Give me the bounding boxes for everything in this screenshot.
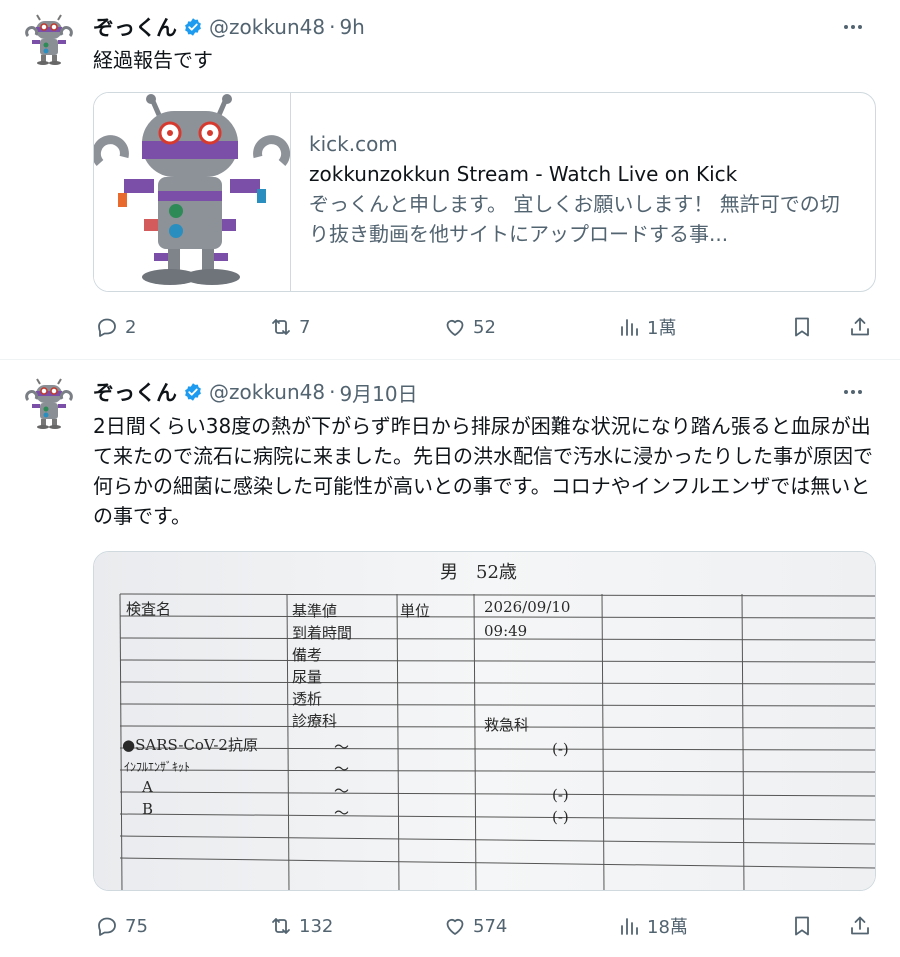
influenza-ref: ～	[334, 760, 350, 778]
verified-badge-icon	[185, 383, 201, 401]
flu-a-ref: ～	[334, 782, 350, 800]
reply-button[interactable]: 75	[95, 912, 148, 940]
more-options-button[interactable]	[840, 382, 866, 402]
retweet-button[interactable]: 132	[269, 912, 333, 940]
flu-a-result: (-)	[552, 786, 569, 804]
avatar[interactable]	[20, 376, 78, 434]
patient-info: 男 52歳	[440, 562, 517, 583]
department-value: 救急科	[484, 716, 530, 734]
share-icon	[851, 916, 869, 935]
tweet-header: ぞっくん @zokkun48 · 9h	[93, 12, 365, 42]
bookmark-icon	[795, 317, 809, 337]
action-bar: 2 7 52 1萬	[93, 313, 878, 341]
retweet-count: 7	[299, 316, 311, 338]
test-date: 2026/09/10	[484, 598, 571, 616]
retweet-icon	[272, 918, 290, 934]
dot	[851, 390, 855, 394]
dot	[858, 25, 862, 29]
sars-result: (-)	[552, 740, 569, 758]
like-button[interactable]: 574	[443, 912, 507, 940]
tweet-timestamp[interactable]: 9月10日	[339, 378, 417, 407]
card-body: kick.com zokkunzokkun Stream - Watch Liv…	[291, 93, 875, 291]
views-count: 1萬	[647, 318, 677, 339]
robot-thumbnail-icon	[94, 93, 291, 291]
row-arrival-time: 到着時間	[292, 624, 353, 642]
tweet-text: 2日間くらい38度の熱が下がらず昨日から排尿が困難な状況になり踏ん張ると血尿が出…	[93, 414, 873, 528]
reply-icon	[98, 917, 116, 936]
tweet-image[interactable]: 男 52歳 検査名 基準値 単位 2026/09/10 到着時間 09:49 備…	[93, 551, 876, 891]
dot	[844, 390, 848, 394]
card-thumbnail	[94, 93, 291, 291]
author-name[interactable]: ぞっくん	[93, 377, 177, 407]
bookmark-button[interactable]	[790, 912, 814, 940]
like-count: 52	[473, 316, 496, 338]
row-urine-volume: 尿量	[292, 668, 323, 686]
share-button[interactable]	[848, 912, 872, 940]
test-sars-cov-2: ●SARS-CoV-2抗原	[122, 736, 258, 754]
arrival-time-value: 09:49	[484, 622, 528, 640]
tweet[interactable]: ぞっくん @zokkun48 · 9月10日 2日間くらい38度の熱が下がらず昨…	[0, 361, 900, 957]
heart-icon	[446, 319, 464, 336]
author-name[interactable]: ぞっくん	[93, 12, 177, 42]
views-chart-icon	[621, 918, 638, 935]
reply-icon	[98, 318, 116, 337]
retweet-button[interactable]: 7	[269, 313, 310, 341]
reply-count: 75	[125, 915, 148, 937]
medical-report-photo: 男 52歳 検査名 基準値 単位 2026/09/10 到着時間 09:49 備…	[94, 552, 875, 890]
reply-count: 2	[125, 316, 137, 338]
test-flu-a: A	[142, 778, 153, 796]
tweet-timestamp[interactable]: 9h	[339, 15, 364, 39]
row-department: 診療科	[292, 712, 338, 730]
column-test-name: 検査名	[126, 600, 172, 618]
test-flu-b: B	[142, 800, 154, 818]
tweet[interactable]: ぞっくん @zokkun48 · 9h 経過報告です kick.com zokk…	[0, 0, 900, 360]
row-dialysis: 透析	[292, 690, 323, 708]
reply-button[interactable]: 2	[95, 313, 136, 341]
action-bar: 75 132 574 18萬	[93, 912, 878, 940]
flu-b-result: (-)	[552, 808, 569, 826]
retweet-icon	[272, 319, 290, 335]
dot	[858, 390, 862, 394]
column-unit: 単位	[400, 602, 431, 620]
card-title: zokkunzokkun Stream - Watch Live on Kick	[309, 162, 738, 186]
robot-avatar-icon	[21, 13, 77, 69]
views-button[interactable]: 18萬	[617, 912, 688, 940]
like-count: 574	[473, 915, 508, 937]
author-handle[interactable]: @zokkun48	[209, 15, 325, 39]
tweet-header: ぞっくん @zokkun48 · 9月10日	[93, 377, 418, 407]
flu-b-ref: ～	[334, 804, 350, 822]
row-notes: 備考	[292, 646, 323, 664]
retweet-count: 132	[299, 915, 334, 937]
heart-icon	[446, 918, 464, 935]
column-reference: 基準値	[292, 602, 338, 620]
more-options-button[interactable]	[840, 17, 866, 37]
separator-dot: ·	[329, 380, 336, 404]
separator-dot: ·	[329, 15, 336, 39]
test-influenza-kit: ｲﾝﾌﾙｴﾝｻﾞｷｯﾄ	[124, 760, 191, 774]
link-card[interactable]: kick.com zokkunzokkun Stream - Watch Liv…	[93, 92, 876, 292]
dot	[851, 25, 855, 29]
sars-ref: ～	[334, 738, 350, 756]
views-button[interactable]: 1萬	[617, 313, 676, 341]
card-domain: kick.com	[309, 132, 398, 156]
tweet-text: 経過報告です	[93, 48, 213, 72]
views-chart-icon	[621, 319, 638, 336]
author-handle[interactable]: @zokkun48	[209, 380, 325, 404]
avatar[interactable]	[20, 12, 78, 70]
bookmark-icon	[795, 916, 809, 936]
share-button[interactable]	[848, 313, 872, 341]
bookmark-button[interactable]	[790, 313, 814, 341]
dot	[844, 25, 848, 29]
robot-avatar-icon	[21, 377, 77, 433]
share-icon	[851, 317, 869, 336]
verified-badge-icon	[185, 18, 201, 36]
like-button[interactable]: 52	[443, 313, 496, 341]
card-description: ぞっくんと申します。 宜しくお願いします！ 無許可での切り抜き動画を他サイトにア…	[309, 192, 840, 246]
views-count: 18萬	[647, 917, 688, 938]
